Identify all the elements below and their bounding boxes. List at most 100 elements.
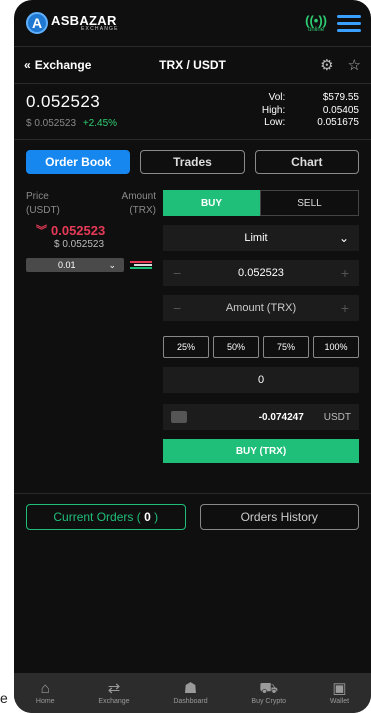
price-input[interactable]: 0.052523 [181, 267, 341, 279]
app-screen: A ASBAZAR EXCHANGE ((•)) online « Exchan… [14, 0, 371, 713]
book-last-price: ︾ 0.052523 [26, 222, 156, 238]
price-panel: 0.052523 $ 0.052523 +2.45% Vol: $579.55 … [14, 84, 371, 139]
wallet-icon [171, 411, 187, 423]
tab-chart[interactable]: Chart [254, 150, 359, 174]
usd-price: $ 0.052523 [26, 118, 77, 129]
high-label: High: [261, 104, 286, 116]
market-stats: Vol: $579.55 High: 0.05405 Low: 0.051675 [262, 92, 359, 129]
book-last-usd: $ 0.052523 [54, 239, 105, 250]
nav-dashboard[interactable]: ☗ Dashboard [173, 681, 207, 705]
current-orders-close: ) [154, 510, 159, 524]
price-change: +2.45% [82, 118, 118, 129]
signal-icon: ((•)) [305, 12, 327, 28]
percent-25-button[interactable]: 25% [163, 336, 209, 358]
quantity-value: 0 [257, 374, 265, 386]
exchange-icon: ⇄ [107, 680, 121, 697]
top-bar: A ASBAZAR EXCHANGE ((•)) online [14, 0, 371, 46]
low-label: Low: [264, 117, 286, 129]
low-value: 0.051675 [317, 117, 359, 129]
logo[interactable]: A ASBAZAR EXCHANGE [26, 12, 119, 34]
tab-trades[interactable]: Trades [140, 150, 245, 174]
amount-column-unit: (TRX) [129, 205, 156, 216]
dashboard-icon: ☗ [183, 680, 198, 697]
last-price: 0.052523 [26, 92, 101, 111]
subbar-icons: ⚙ ☆ [320, 56, 361, 74]
orders-history-tab[interactable]: Orders History [199, 504, 359, 530]
current-orders-label: Current Orders ( [53, 510, 141, 524]
order-form: BUY SELL Limit ⌄ − 0.052523 + − Amount (… [163, 190, 359, 463]
wallet-icon: ▣ [332, 680, 347, 697]
nav-buy-crypto-label: Buy Crypto [251, 698, 287, 705]
nav-exchange[interactable]: ⇄ Exchange [98, 681, 129, 705]
amount-column-header: Amount [121, 191, 156, 202]
nav-wallet[interactable]: ▣ Wallet [330, 681, 349, 705]
plus-icon[interactable]: + [341, 300, 349, 316]
online-indicator: ((•)) online [305, 14, 327, 33]
total-row: -0.074247 USDT [163, 404, 359, 430]
gear-icon[interactable]: ⚙ [320, 56, 333, 74]
amount-input[interactable]: Amount (TRX) [181, 302, 341, 314]
hamburger-icon[interactable] [337, 14, 361, 32]
top-icons: ((•)) online [305, 14, 361, 33]
percent-100-button[interactable]: 100% [313, 336, 359, 358]
book-layout-icon[interactable] [130, 261, 152, 269]
logo-subtitle: EXCHANGE [81, 26, 119, 32]
star-icon[interactable]: ☆ [348, 56, 361, 74]
minus-icon[interactable]: − [173, 265, 181, 281]
view-tabs: Order Book Trades Chart [14, 140, 371, 184]
plus-icon[interactable]: + [341, 265, 349, 281]
exchange-subbar: « Exchange TRX / USDT ⚙ ☆ [14, 47, 371, 83]
nav-buy-crypto[interactable]: ⛟ Buy Crypto [251, 681, 286, 705]
double-chevron-down-icon: ︾ [36, 225, 47, 237]
buy-tab[interactable]: BUY [163, 190, 260, 216]
order-type-select[interactable]: Limit ⌄ [163, 225, 359, 251]
chevron-down-icon: ⌄ [108, 259, 116, 270]
nav-wallet-label: Wallet [329, 698, 350, 705]
stray-label: e [0, 690, 8, 706]
bottom-nav: ⌂ Home ⇄ Exchange ☗ Dashboard ⛟ Buy Cryp… [14, 673, 371, 713]
price-subline: $ 0.052523 +2.45% [26, 118, 117, 129]
order-book-header: Price (USDT) Amount (TRX) [26, 190, 156, 218]
nav-dashboard-label: Dashboard [173, 698, 208, 705]
side-toggle: BUY SELL [163, 190, 359, 216]
order-type-value: Limit [244, 232, 268, 244]
book-tools: 0.01 ⌄ [26, 258, 156, 272]
current-orders-tab[interactable]: Current Orders ( 0 ) [26, 504, 186, 530]
price-stepper: − 0.052523 + [163, 260, 359, 286]
order-tabs: Current Orders ( 0 ) Orders History [14, 494, 371, 540]
vol-value: $579.55 [322, 92, 359, 103]
percent-75-button[interactable]: 75% [263, 336, 309, 358]
total-currency: USDT [323, 411, 351, 423]
back-label: Exchange [34, 58, 92, 72]
total-value: -0.074247 [258, 411, 304, 423]
logo-badge: A [26, 12, 48, 34]
chevron-down-icon: ⌄ [338, 231, 349, 245]
cart-icon: ⛟ [259, 680, 279, 697]
nav-home[interactable]: ⌂ Home [36, 681, 55, 705]
price-column-header: Price [26, 191, 49, 202]
logo-text: ASBAZAR EXCHANGE [51, 14, 119, 32]
tab-order-book[interactable]: Order Book [26, 150, 131, 174]
vol-label: Vol: [268, 92, 286, 103]
price-column-unit: (USDT) [26, 205, 60, 216]
depth-value: 0.01 [58, 260, 76, 270]
book-last-price-value: 0.052523 [51, 222, 106, 238]
sell-tab[interactable]: SELL [260, 190, 359, 216]
back-button[interactable]: « Exchange [24, 58, 91, 72]
percent-50-button[interactable]: 50% [213, 336, 259, 358]
current-orders-count: 0 [144, 510, 151, 524]
quantity-field[interactable]: 0 [163, 367, 359, 393]
amount-stepper: − Amount (TRX) + [163, 295, 359, 321]
trade-area: Price (USDT) Amount (TRX) ︾ 0.052523 $ 0… [14, 184, 371, 463]
home-icon: ⌂ [40, 680, 50, 697]
online-label: online [308, 26, 325, 33]
order-book: Price (USDT) Amount (TRX) ︾ 0.052523 $ 0… [26, 190, 156, 463]
minus-icon[interactable]: − [173, 300, 181, 316]
nav-home-label: Home [35, 698, 55, 705]
high-value: 0.05405 [322, 104, 359, 116]
nav-exchange-label: Exchange [98, 698, 130, 705]
price-summary: 0.052523 $ 0.052523 +2.45% [26, 92, 117, 129]
buy-submit-button[interactable]: BUY (TRX) [163, 439, 359, 463]
depth-select[interactable]: 0.01 ⌄ [26, 258, 124, 272]
percent-buttons: 25% 50% 75% 100% [163, 336, 359, 358]
